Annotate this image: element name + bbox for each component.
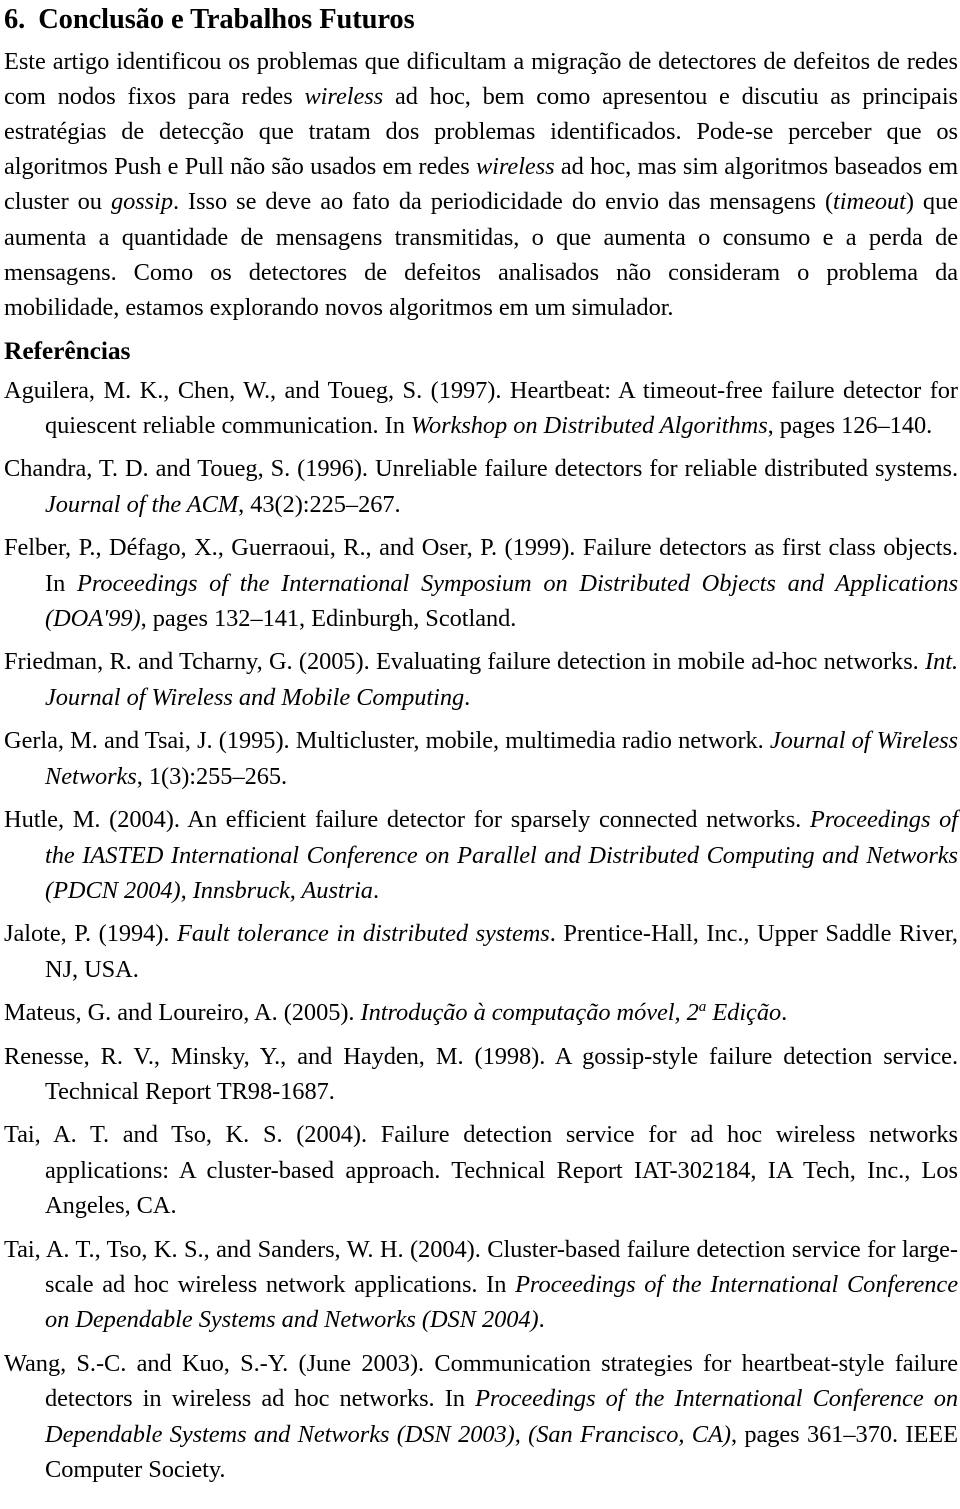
reference-entry: Tai, A. T., Tso, K. S., and Sanders, W. … xyxy=(4,1235,958,1334)
italic-run: Journal of the ACM xyxy=(45,490,239,518)
italic-run: Proceedings of the International Symposi… xyxy=(45,569,959,633)
references-heading: Referências xyxy=(4,336,131,366)
reference-entry: Tai, A. T. and Tso, K. S. (2004). Failur… xyxy=(4,1121,958,1220)
reference-entry: Jalote, P. (1994). Fault tolerance in di… xyxy=(4,920,958,983)
section-number: 6. xyxy=(4,4,26,35)
italic-run: Proceedings of the International Confere… xyxy=(45,1270,958,1334)
reference-entry: Chandra, T. D. and Toueg, S. (1996). Unr… xyxy=(4,455,958,518)
italic-run: Proceedings of the International Confere… xyxy=(45,1385,958,1448)
section-title: Conclusão e Trabalhos Futuros xyxy=(38,4,415,35)
italic-run: wireless xyxy=(475,153,555,181)
italic-run: Introdução à computação móvel, 2 xyxy=(360,999,699,1027)
reference-list: Aguilera, M. K., Chen, W., and Toueg, S.… xyxy=(4,373,958,1488)
italic-run: timeout xyxy=(833,188,906,216)
italic-run: Journal of Wireless Networks xyxy=(45,727,958,790)
italic-run: Edição xyxy=(706,999,782,1027)
reference-entry: Wang, S.-C. and Kuo, S.-Y. (June 2003). … xyxy=(4,1349,958,1483)
italic-run: gossip xyxy=(110,188,173,216)
page-title: 6. Conclusão e Trabalhos Futuros xyxy=(4,0,958,35)
italic-run: wireless xyxy=(304,82,384,110)
reference-entry: Hutle, M. (2004). An efficient failure d… xyxy=(4,806,958,904)
reference-entry: Friedman, R. and Tcharny, G. (2005). Eva… xyxy=(4,648,958,711)
italic-run: Workshop on Distributed Algorithms xyxy=(410,412,768,440)
reference-entry: Gerla, M. and Tsai, J. (1995). Multiclus… xyxy=(4,727,958,790)
reference-entry: Aguilera, M. K., Chen, W., and Toueg, S.… xyxy=(4,376,958,440)
document-page: 6. Conclusão e Trabalhos Futuros Este art… xyxy=(0,0,960,1509)
italic-run: Proceedings of the IASTED International … xyxy=(45,806,958,904)
reference-entry: Mateus, G. and Loureiro, A. (2005). Intr… xyxy=(4,999,788,1027)
italic-run: Int. Journal of Wireless and Mobile Comp… xyxy=(45,648,958,711)
italic-run: Fault tolerance in distributed systems xyxy=(177,920,550,948)
reference-entry: Felber, P., Défago, X., Guerraoui, R., a… xyxy=(4,534,959,633)
conclusion-paragraph: Este artigo identificou os problemas que… xyxy=(4,47,958,321)
reference-entry: Renesse, R. V., Minsky, Y., and Hayden, … xyxy=(4,1042,958,1105)
